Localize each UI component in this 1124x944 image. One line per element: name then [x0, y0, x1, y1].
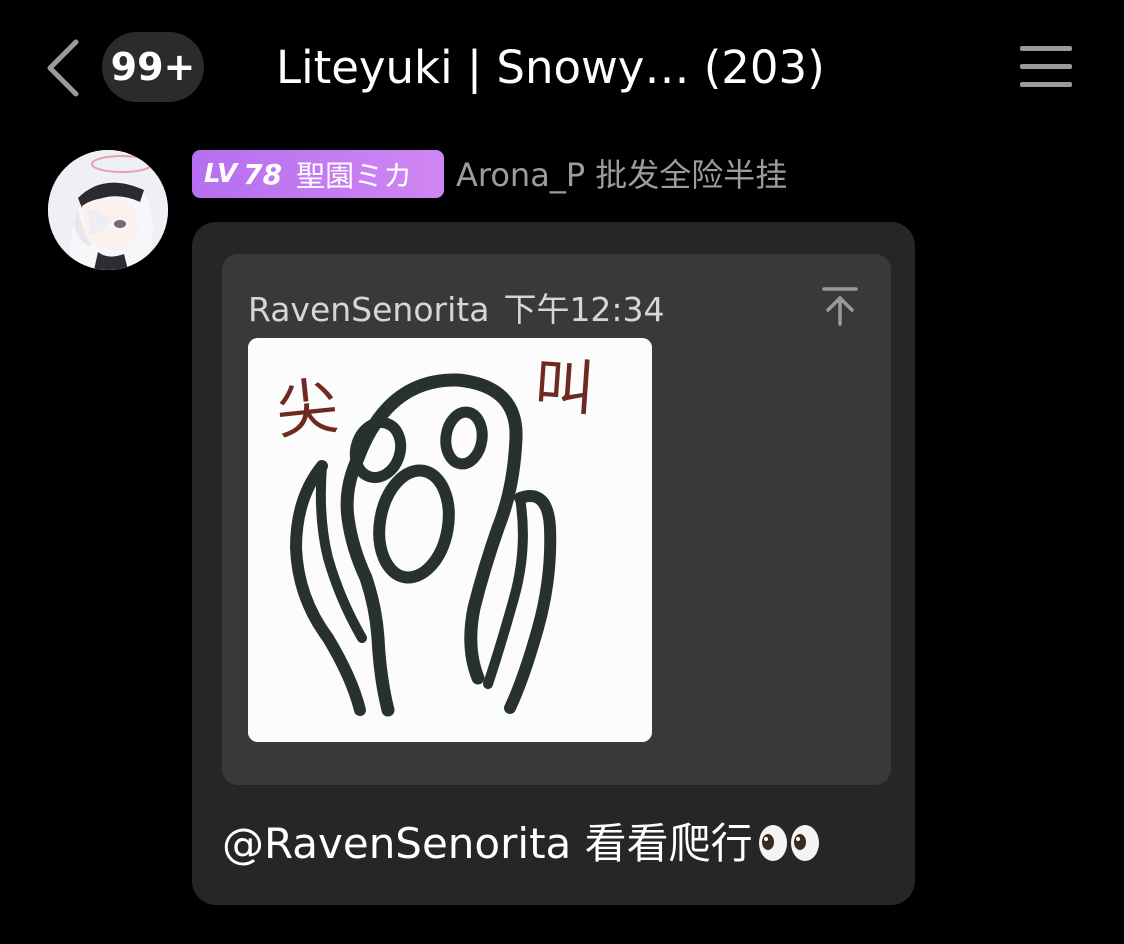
back-chevron-icon[interactable]	[40, 36, 90, 100]
quote-author: RavenSenorita	[248, 290, 490, 329]
message-text: @RavenSenorita 看看爬行	[222, 814, 821, 874]
quote-time: 下午12:34	[503, 290, 665, 329]
message-body: @RavenSenorita 看看爬行	[222, 819, 753, 868]
group-nickname: 聖園ミカ	[296, 159, 413, 193]
sender-avatar[interactable]	[48, 150, 168, 270]
sender-name[interactable]: Arona_P 批发全险半挂	[456, 150, 787, 200]
jump-to-original-icon[interactable]	[822, 286, 858, 326]
menu-icon[interactable]	[1020, 44, 1072, 90]
quoted-message[interactable]: RavenSenorita 下午12:34 尖 叫	[222, 254, 891, 785]
scream-char-left: 尖	[272, 369, 341, 448]
eyes-emoji-icon	[758, 824, 819, 861]
avatar-image	[48, 150, 168, 270]
scream-ghost-drawing: 尖 叫	[248, 338, 652, 742]
quoted-image[interactable]: 尖 叫	[248, 338, 652, 742]
chat-title: Liteyuki | Snowy… (203)	[276, 41, 825, 94]
message-bubble[interactable]: RavenSenorita 下午12:34 尖 叫 @RavenSenorita…	[192, 222, 915, 905]
unread-count-badge[interactable]: 99+	[102, 32, 204, 102]
level-badge: LV 78 聖園ミカ	[192, 150, 444, 198]
level-prefix: LV	[204, 159, 238, 189]
scream-char-right: 叫	[532, 351, 597, 425]
level-number: 78	[243, 157, 283, 191]
quote-header: RavenSenorita 下午12:34	[248, 288, 665, 332]
